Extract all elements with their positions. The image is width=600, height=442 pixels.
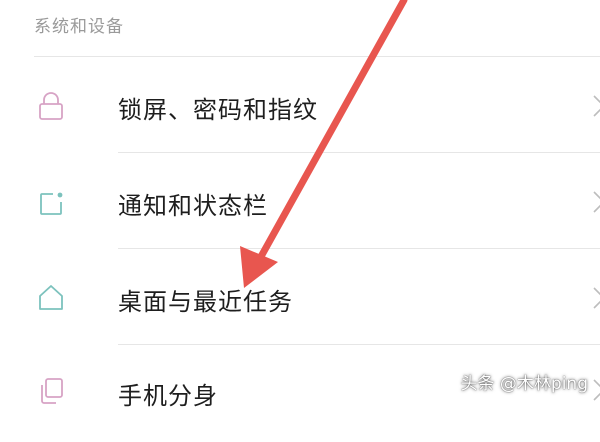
settings-item-lock-screen[interactable]: 锁屏、密码和指纹: [0, 58, 600, 154]
chevron-right-icon: [592, 284, 600, 312]
divider: [118, 152, 600, 153]
settings-item-dual-space[interactable]: 手机分身: [0, 346, 600, 442]
section-header: 系统和设备: [34, 17, 124, 37]
lock-icon: [36, 91, 66, 121]
divider: [34, 56, 600, 57]
settings-item-home-screen[interactable]: 桌面与最近任务: [0, 250, 600, 346]
settings-item-label: 手机分身: [118, 382, 218, 410]
watermark: 头条 @木林ping: [460, 374, 588, 394]
chevron-right-icon: [592, 92, 600, 120]
divider: [118, 344, 600, 345]
chevron-right-icon: [592, 188, 600, 216]
divider: [118, 248, 600, 249]
home-icon: [36, 282, 66, 312]
settings-item-label: 通知和状态栏: [118, 192, 268, 220]
dual-space-icon: [36, 376, 66, 406]
settings-item-notifications[interactable]: 通知和状态栏: [0, 154, 600, 250]
settings-item-label: 桌面与最近任务: [118, 288, 293, 316]
settings-item-label: 锁屏、密码和指纹: [118, 96, 318, 124]
notification-icon: [36, 189, 66, 219]
